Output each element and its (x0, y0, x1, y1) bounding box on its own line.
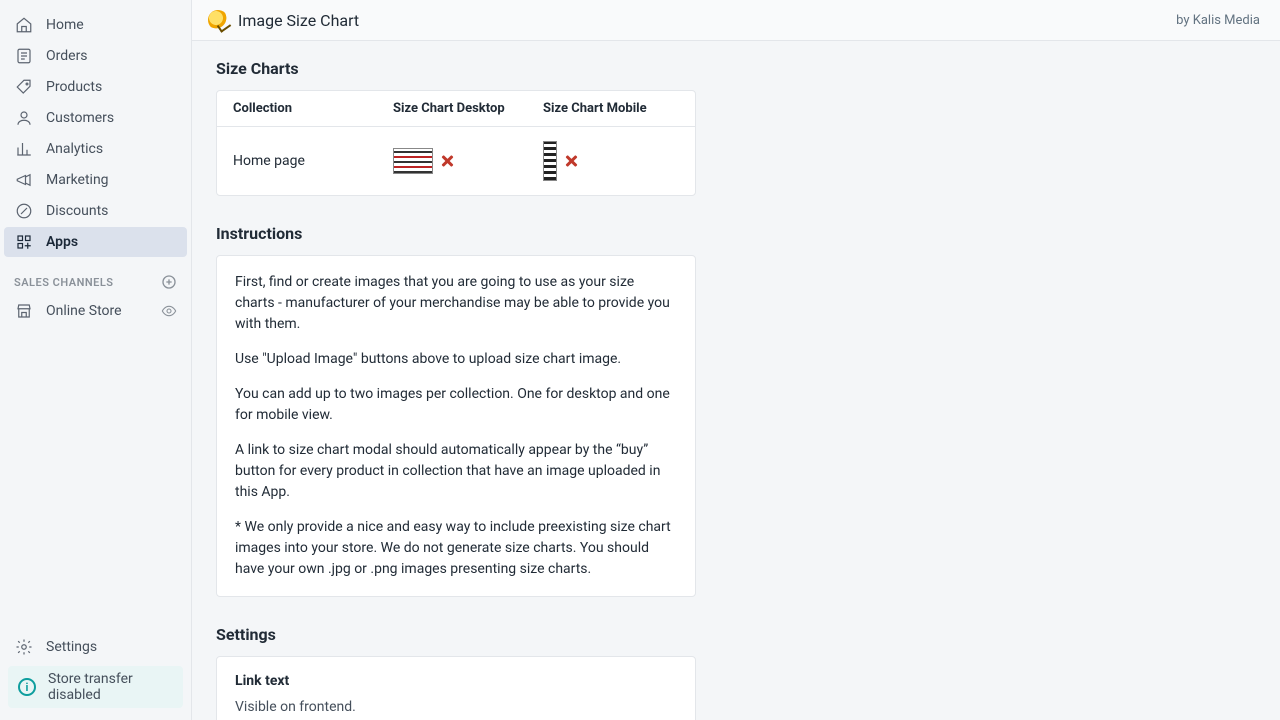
gear-icon (14, 637, 34, 657)
sidebar-item-label: Products (46, 79, 102, 95)
info-icon: i (18, 678, 36, 696)
instruction-text: * We only provide a nice and easy way to… (235, 517, 677, 580)
sidebar-item-label: Online Store (46, 303, 122, 319)
table-row: Home page (217, 127, 695, 195)
apps-icon (14, 232, 34, 252)
sidebar-item-label: Discounts (46, 203, 108, 219)
sidebar-item-label: Customers (46, 110, 114, 126)
instructions-card: First, find or create images that you ar… (216, 255, 696, 597)
sidebar-item-label: Apps (46, 234, 78, 250)
sidebar-section-label: SALES CHANNELS (14, 276, 114, 289)
sidebar-item-apps[interactable]: Apps (4, 227, 187, 257)
nav-channels: Online Store (0, 296, 191, 327)
instructions-heading: Instructions (216, 224, 1256, 243)
link-text-help: Visible on frontend. (235, 699, 677, 715)
sidebar-item-online-store[interactable]: Online Store (4, 296, 187, 326)
nav-primary: Home Orders Products Customers Analytics (0, 10, 191, 258)
sidebar-item-label: Store transfer disabled (48, 671, 173, 703)
remove-mobile-icon[interactable] (563, 153, 579, 169)
cell-desktop (393, 148, 543, 174)
sidebar-item-settings[interactable]: Settings (4, 632, 187, 662)
instruction-text: A link to size chart modal should automa… (235, 440, 677, 503)
size-charts-card: Collection Size Chart Desktop Size Chart… (216, 90, 696, 196)
byline: by Kalis Media (1176, 13, 1260, 28)
person-icon (14, 108, 34, 128)
add-channel-icon[interactable] (161, 274, 177, 290)
sidebar-bottom: Settings i Store transfer disabled (0, 632, 191, 720)
instruction-text: You can add up to two images per collect… (235, 384, 677, 426)
sidebar-item-label: Settings (46, 639, 97, 655)
sidebar-item-orders[interactable]: Orders (4, 41, 187, 71)
instruction-text: Use "Upload Image" buttons above to uplo… (235, 349, 677, 370)
analytics-icon (14, 139, 34, 159)
topbar: Image Size Chart by Kalis Media (192, 0, 1280, 41)
desktop-chart-thumb[interactable] (393, 148, 433, 174)
sidebar-item-label: Orders (46, 48, 88, 64)
sidebar-item-products[interactable]: Products (4, 72, 187, 102)
mobile-chart-thumb[interactable] (543, 141, 557, 181)
settings-heading: Settings (216, 625, 1256, 644)
size-charts-heading: Size Charts (216, 59, 1256, 78)
settings-card: Link text Visible on frontend. Save (216, 656, 696, 720)
instruction-text: First, find or create images that you ar… (235, 272, 677, 335)
sidebar-item-store-transfer[interactable]: i Store transfer disabled (8, 666, 183, 708)
col-desktop: Size Chart Desktop (393, 101, 543, 116)
app-logo-icon (208, 10, 228, 30)
cell-mobile (543, 141, 683, 181)
sidebar-section-header: SALES CHANNELS (0, 258, 191, 296)
col-mobile: Size Chart Mobile (543, 101, 683, 116)
orders-icon (14, 46, 34, 66)
table-header: Collection Size Chart Desktop Size Chart… (217, 91, 695, 127)
sidebar-item-analytics[interactable]: Analytics (4, 134, 187, 164)
sidebar-item-discounts[interactable]: Discounts (4, 196, 187, 226)
tag-icon (14, 77, 34, 97)
sidebar-item-customers[interactable]: Customers (4, 103, 187, 133)
sidebar-item-label: Home (46, 17, 84, 33)
sidebar-item-label: Analytics (46, 141, 103, 157)
link-text-label: Link text (235, 673, 677, 689)
cell-collection: Home page (233, 153, 393, 169)
main: Image Size Chart by Kalis Media Size Cha… (192, 0, 1280, 720)
store-icon (14, 301, 34, 321)
col-collection: Collection (233, 101, 393, 116)
megaphone-icon (14, 170, 34, 190)
sidebar: Home Orders Products Customers Analytics (0, 0, 192, 720)
remove-desktop-icon[interactable] (439, 153, 455, 169)
content-scroll[interactable]: Size Charts Collection Size Chart Deskto… (192, 41, 1280, 720)
sidebar-item-home[interactable]: Home (4, 10, 187, 40)
eye-icon[interactable] (161, 303, 177, 319)
sidebar-item-label: Marketing (46, 172, 109, 188)
sidebar-item-marketing[interactable]: Marketing (4, 165, 187, 195)
page-title: Image Size Chart (238, 11, 359, 30)
home-icon (14, 15, 34, 35)
discount-icon (14, 201, 34, 221)
